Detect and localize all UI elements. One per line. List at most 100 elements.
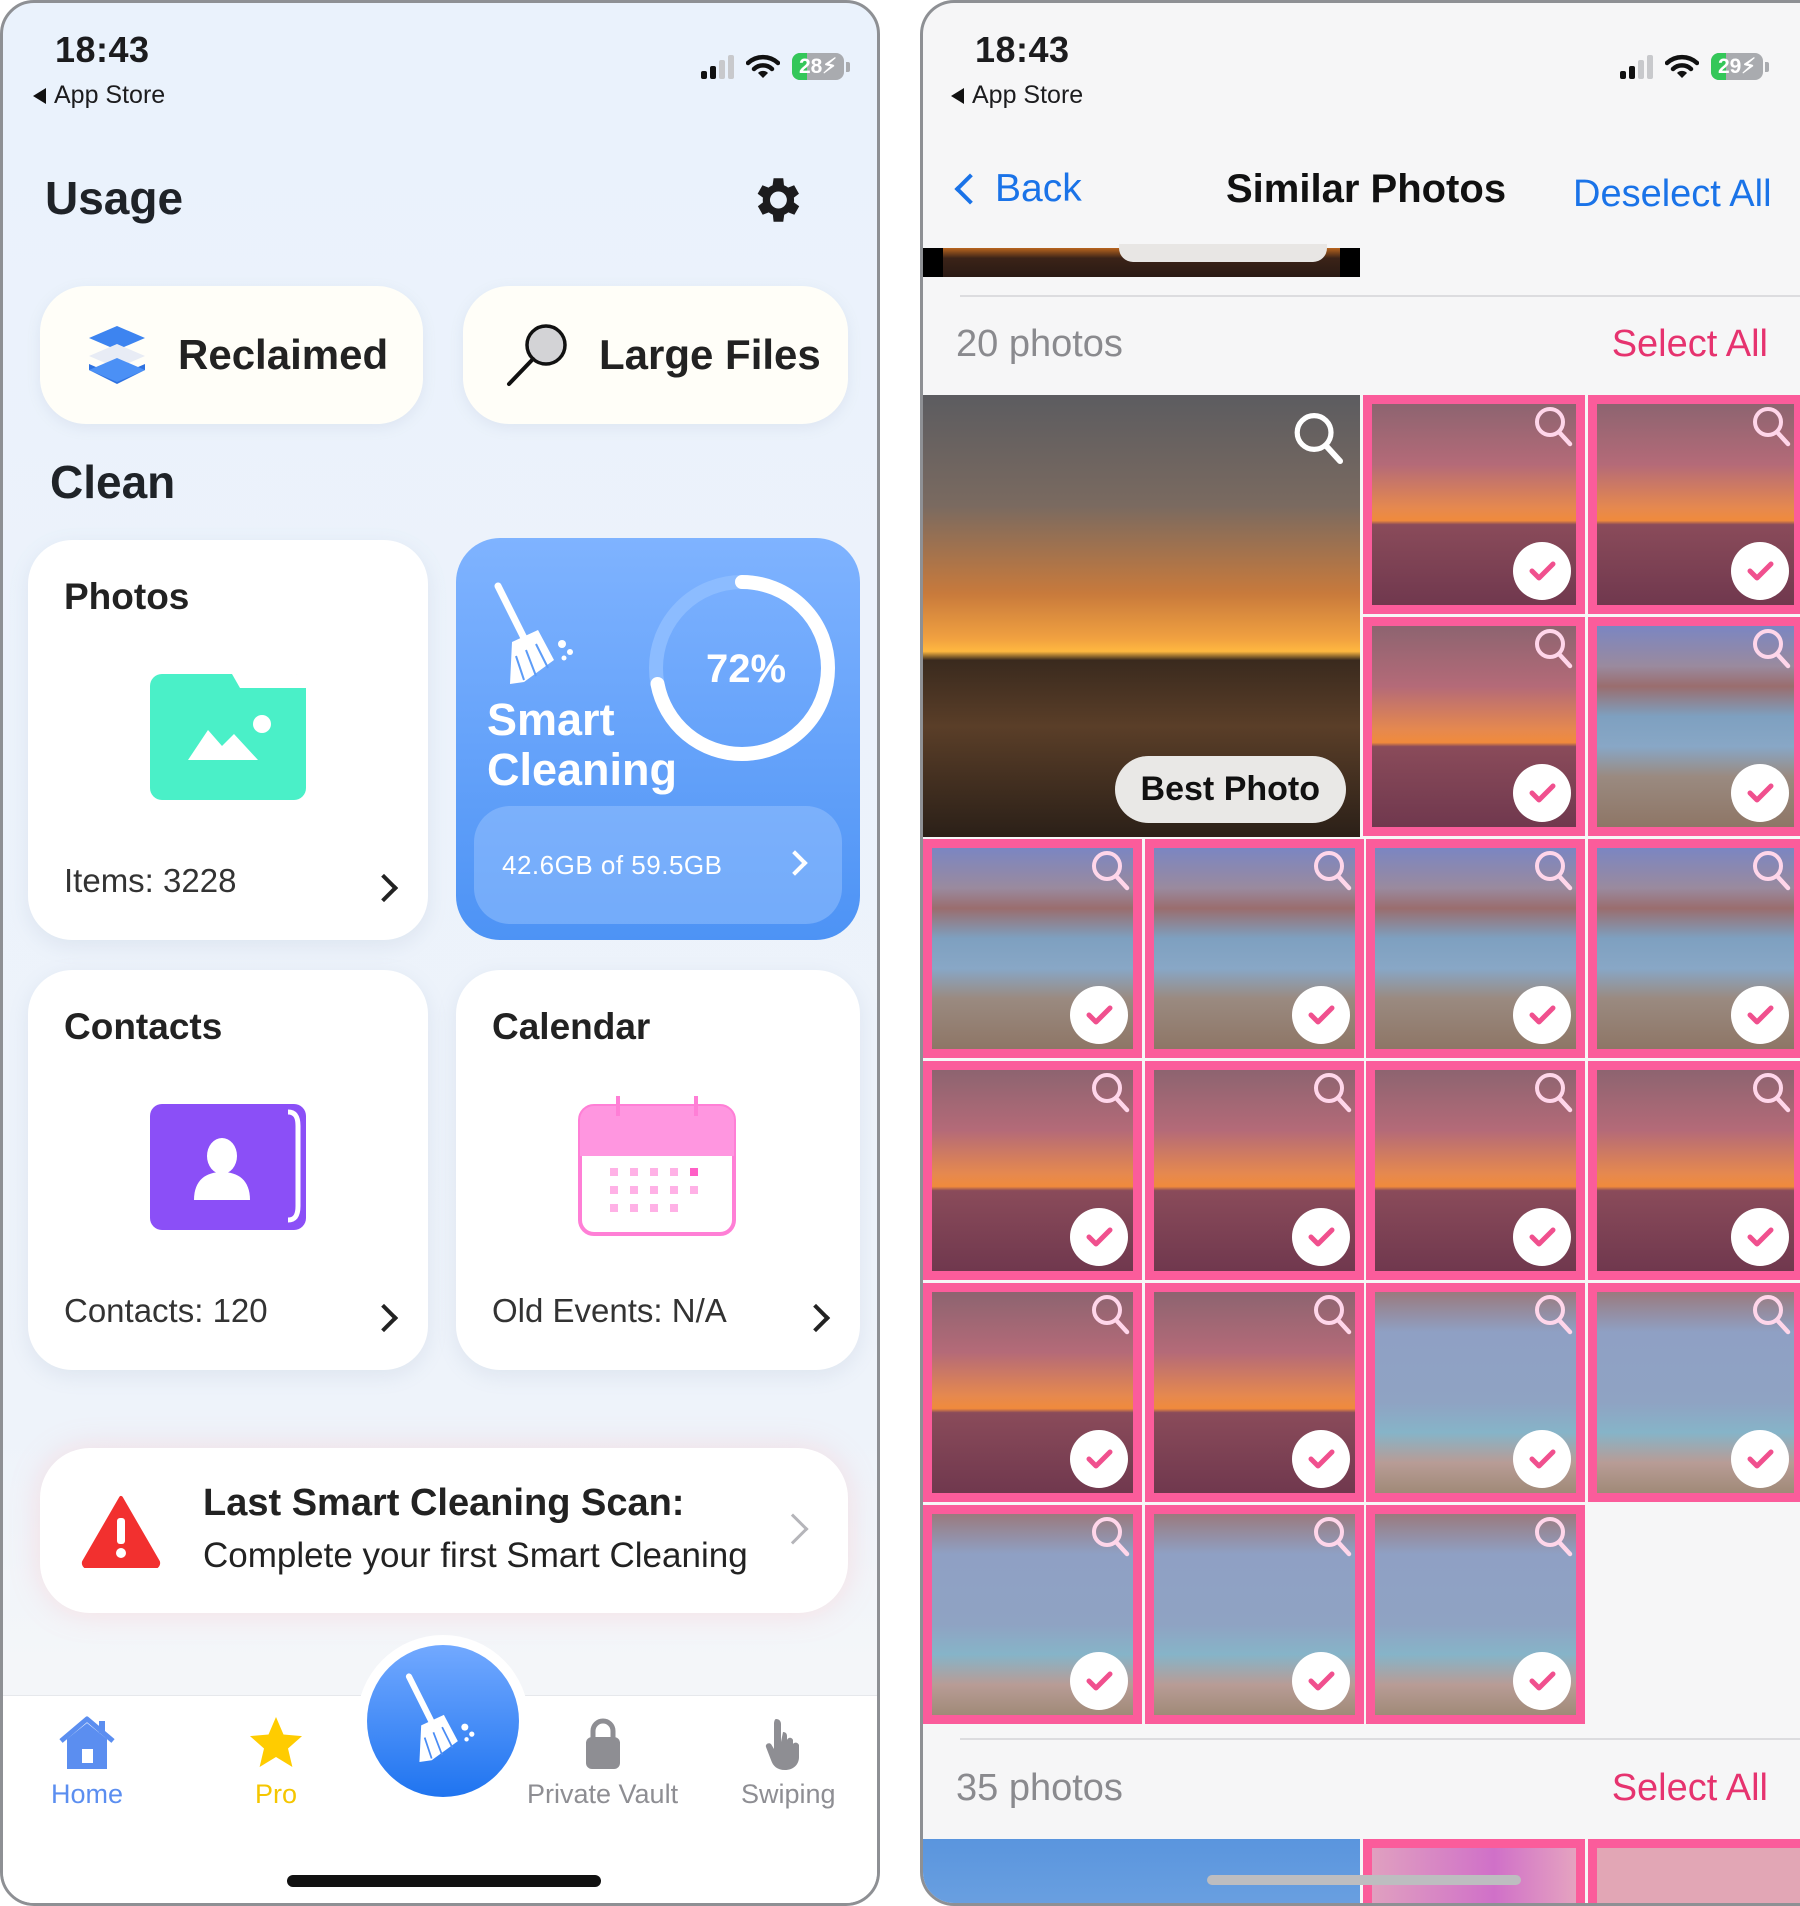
- zoom-magnifier-icon[interactable]: [1533, 1071, 1573, 1115]
- best-photo-badge: Best Photo: [1114, 756, 1346, 823]
- next-group-photo[interactable]: [1363, 1839, 1585, 1903]
- last-scan-alert[interactable]: Last Smart Cleaning Scan: Complete your …: [40, 1448, 848, 1613]
- zoom-magnifier-icon[interactable]: [1312, 1071, 1352, 1115]
- zoom-magnifier-icon[interactable]: [1312, 1293, 1352, 1337]
- zoom-magnifier-icon[interactable]: [1751, 849, 1791, 893]
- photo-thumbnail[interactable]: [1588, 395, 1800, 614]
- calendar-card[interactable]: Calendar Old Events: N/A: [456, 970, 860, 1370]
- photo-thumbnail[interactable]: [923, 839, 1142, 1058]
- tab-home[interactable]: Home: [51, 1715, 123, 1810]
- tab-private-vault[interactable]: Private Vault: [527, 1715, 678, 1810]
- selected-check-icon[interactable]: [1292, 986, 1350, 1044]
- gear-icon[interactable]: [747, 171, 805, 229]
- selected-check-icon[interactable]: [1513, 1652, 1571, 1710]
- photo-thumbnail[interactable]: [1588, 839, 1800, 1058]
- back-to-app-store[interactable]: App Store: [951, 81, 1083, 110]
- zoom-magnifier-icon[interactable]: [1533, 1515, 1573, 1559]
- zoom-magnifier-icon[interactable]: [1312, 849, 1352, 893]
- selected-check-icon[interactable]: [1070, 1208, 1128, 1266]
- next-group-photo[interactable]: [1588, 1839, 1800, 1903]
- photo-thumbnail[interactable]: [923, 1505, 1142, 1724]
- photos-card[interactable]: Photos Items: 3228: [28, 540, 428, 940]
- deselect-all-button[interactable]: Deselect All: [1573, 173, 1772, 216]
- smart-cleaning-card[interactable]: 72% Smart Cleaning 42.6GB of 59.5GB: [456, 538, 860, 940]
- selected-check-icon[interactable]: [1731, 986, 1789, 1044]
- star-icon: [250, 1717, 302, 1767]
- photo-thumbnail[interactable]: [1366, 1505, 1585, 1724]
- contacts-count: Contacts: 120: [64, 1292, 268, 1329]
- photo-thumbnail[interactable]: [1145, 1283, 1364, 1502]
- tab-private-vault-label: Private Vault: [527, 1779, 679, 1809]
- photo-thumbnail[interactable]: [1145, 1505, 1364, 1724]
- broom-icon: [405, 1673, 475, 1763]
- zoom-magnifier-icon[interactable]: [1751, 405, 1791, 449]
- photo-thumbnail[interactable]: [1588, 617, 1800, 836]
- photo-thumbnail[interactable]: [1588, 1061, 1800, 1280]
- back-to-app-store[interactable]: App Store: [33, 81, 165, 110]
- photo-thumbnail[interactable]: [1588, 1283, 1800, 1502]
- tab-pro[interactable]: Pro: [246, 1715, 306, 1810]
- zoom-magnifier-icon[interactable]: [1751, 1293, 1791, 1337]
- photo-thumbnail[interactable]: [1366, 1283, 1585, 1502]
- zoom-magnifier-icon[interactable]: [1090, 1515, 1130, 1559]
- home-icon: [59, 1716, 115, 1769]
- lock-icon: [585, 1718, 620, 1769]
- zoom-magnifier-icon[interactable]: [1533, 1293, 1573, 1337]
- zoom-magnifier-icon[interactable]: [1090, 849, 1130, 893]
- best-photo-thumbnail[interactable]: Best Photo: [923, 395, 1360, 837]
- zoom-magnifier-icon[interactable]: [1533, 849, 1573, 893]
- reclaimed-button[interactable]: Reclaimed: [40, 286, 423, 424]
- next-group-photo[interactable]: [923, 1839, 1360, 1903]
- selected-check-icon[interactable]: [1513, 1430, 1571, 1488]
- selected-check-icon[interactable]: [1292, 1430, 1350, 1488]
- alert-title: Last Smart Cleaning Scan:: [203, 1482, 685, 1524]
- zoom-magnifier-icon[interactable]: [1751, 627, 1791, 671]
- photo-thumbnail[interactable]: [1366, 839, 1585, 1058]
- photo-thumbnail[interactable]: [1363, 395, 1585, 614]
- zoom-magnifier-icon[interactable]: [1090, 1293, 1130, 1337]
- zoom-magnifier-icon[interactable]: [1533, 627, 1573, 671]
- contacts-card[interactable]: Contacts Contacts: 120: [28, 970, 428, 1370]
- photo-thumbnail[interactable]: [1145, 1061, 1364, 1280]
- back-button[interactable]: Back: [951, 167, 1082, 211]
- select-all-button[interactable]: Select All: [1612, 323, 1768, 366]
- select-all-button[interactable]: Select All: [1612, 1767, 1768, 1810]
- photo-thumbnail[interactable]: [1366, 1061, 1585, 1280]
- zoom-magnifier-icon[interactable]: [1533, 405, 1573, 449]
- chevron-right-icon: [777, 1513, 809, 1545]
- zoom-magnifier-icon[interactable]: [1090, 1071, 1130, 1115]
- back-triangle-icon: [33, 87, 46, 104]
- selected-check-icon[interactable]: [1292, 1652, 1350, 1710]
- contacts-card-title: Contacts: [64, 1006, 223, 1047]
- page-title: Usage: [45, 172, 184, 224]
- photo-thumbnail[interactable]: [923, 1283, 1142, 1502]
- similar-photos-screen: 18:43 App Store 29 ⚡︎ Back Similar Photos…: [920, 0, 1800, 1906]
- photo-thumbnail[interactable]: [1363, 617, 1585, 836]
- selected-check-icon[interactable]: [1731, 1430, 1789, 1488]
- selected-check-icon[interactable]: [1513, 1208, 1571, 1266]
- large-files-button[interactable]: Large Files: [463, 286, 848, 424]
- selected-check-icon[interactable]: [1731, 764, 1789, 822]
- nav-title: Similar Photos: [1226, 167, 1507, 211]
- selected-check-icon[interactable]: [1731, 542, 1789, 600]
- photo-thumbnail[interactable]: [923, 1061, 1142, 1280]
- selected-check-icon[interactable]: [1070, 1430, 1128, 1488]
- storage-button[interactable]: 42.6GB of 59.5GB: [474, 806, 842, 924]
- section-title-clean: Clean: [50, 456, 176, 508]
- zoom-magnifier-icon[interactable]: [1751, 1071, 1791, 1115]
- selected-check-icon[interactable]: [1513, 542, 1571, 600]
- zoom-magnifier-icon[interactable]: [1292, 410, 1344, 467]
- zoom-magnifier-icon[interactable]: [1312, 1515, 1352, 1559]
- chevron-left-icon: [954, 173, 986, 205]
- selected-check-icon[interactable]: [1513, 764, 1571, 822]
- smart-clean-fab[interactable]: [367, 1645, 519, 1797]
- selected-check-icon[interactable]: [1070, 986, 1128, 1044]
- selected-check-icon[interactable]: [1292, 1208, 1350, 1266]
- photos-card-title: Photos: [64, 576, 190, 617]
- selected-check-icon[interactable]: [1070, 1652, 1128, 1710]
- photo-thumbnail[interactable]: [1145, 839, 1364, 1058]
- selected-check-icon[interactable]: [1731, 1208, 1789, 1266]
- tab-swiping[interactable]: Swiping: [741, 1715, 836, 1810]
- calendar-icon: [578, 1096, 736, 1236]
- selected-check-icon[interactable]: [1513, 986, 1571, 1044]
